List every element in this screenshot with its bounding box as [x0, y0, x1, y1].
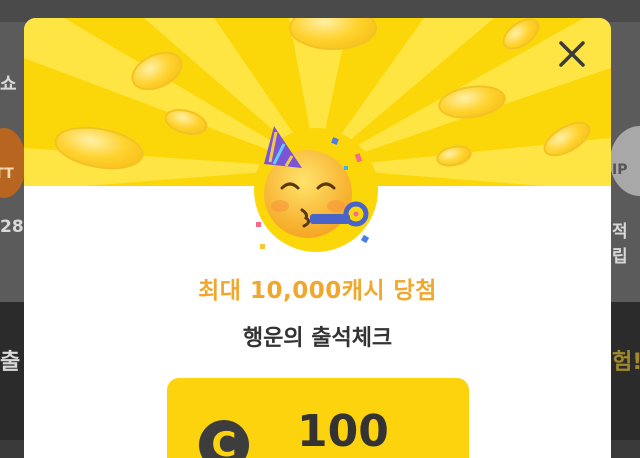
background-header-text: 쇼: [0, 74, 17, 95]
reward-amount: 100: [297, 406, 389, 457]
close-icon: [559, 41, 585, 67]
background-reward-text: 적립: [612, 222, 628, 267]
reward-card[interactable]: C 100: [167, 378, 469, 458]
background-value-text: 28: [0, 217, 24, 237]
prize-headline: 최대 10,000캐시 당첨: [198, 278, 437, 304]
cash-icon: C: [199, 420, 249, 458]
background-banner-right-text: 험!: [612, 350, 640, 375]
close-button[interactable]: [552, 34, 592, 74]
party-face-icon: [246, 118, 386, 258]
modal-title: 행운의 출석체크: [242, 326, 393, 351]
attendance-modal: 최대 10,000캐시 당첨 행운의 출석체크 C 100: [24, 18, 611, 458]
background-banner-left-text: 출: [0, 350, 21, 375]
